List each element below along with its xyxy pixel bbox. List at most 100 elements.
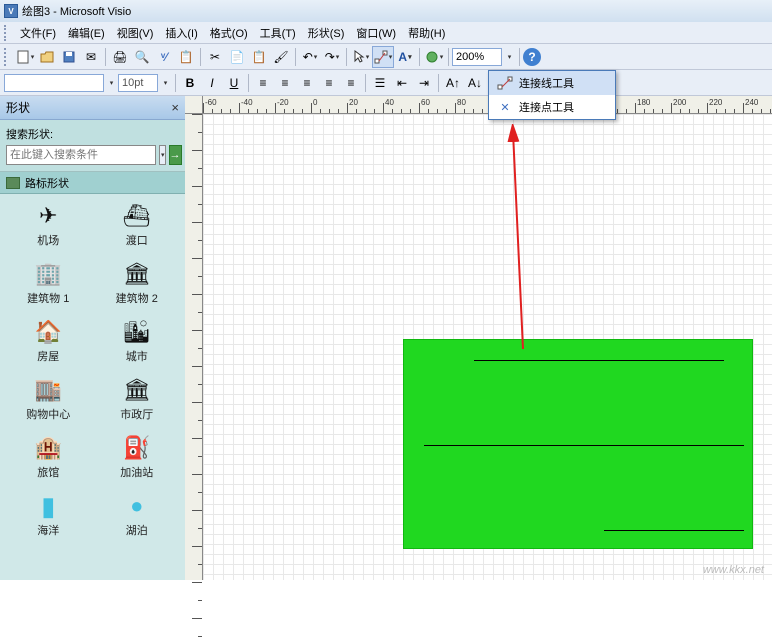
print-button[interactable]: 🖨 — [109, 46, 131, 68]
font-size-input[interactable] — [118, 74, 158, 92]
shape-item[interactable]: 🏛市政厅 — [102, 376, 172, 422]
indent-dec-button[interactable]: ⇤ — [391, 72, 413, 94]
separator — [365, 74, 366, 92]
shape-label: 城市 — [102, 348, 172, 364]
font-family-input[interactable] — [4, 74, 104, 92]
shapes-grid: ✈机场 ⛴渡口 🏢建筑物 1 🏛建筑物 2 🏠房屋 🏙城市 🏬购物中心 🏛市政厅 🏨旅馆 ⛽加油站… — [0, 194, 185, 580]
window-title: 绘图3 - Microsoft Visio — [22, 3, 131, 19]
search-dropdown[interactable]: ▾ — [159, 145, 166, 165]
connection-point-icon: ✕ — [495, 99, 515, 115]
shape-item[interactable]: 🏬购物中心 — [13, 376, 83, 422]
underline-button[interactable]: U — [223, 72, 245, 94]
indent-inc-button[interactable]: ⇥ — [413, 72, 435, 94]
shape-item[interactable]: 🏛建筑物 2 — [102, 260, 172, 306]
shape-label: 市政厅 — [102, 406, 172, 422]
email-button[interactable]: ✉ — [80, 46, 102, 68]
shape-label: 建筑物 1 — [13, 290, 83, 306]
save-button[interactable] — [58, 46, 80, 68]
format-toolbar: ▾ ▾ B I U ≡ ≡ ≡ ≡ ≡ ☰ ⇤ ⇥ A↑ A↓ — [0, 70, 772, 96]
shape-item[interactable]: 🏠房屋 — [13, 318, 83, 364]
separator — [175, 74, 176, 92]
font-dropdown[interactable]: ▾ — [104, 72, 118, 94]
separator — [295, 48, 296, 66]
dropdown-item-label: 连接线工具 — [519, 75, 574, 91]
fontsize-dropdown[interactable]: ▾ — [158, 72, 172, 94]
undo-button[interactable]: ↶▾ — [299, 46, 321, 68]
separator — [346, 48, 347, 66]
spellcheck-button[interactable]: ᵛ⁄ — [153, 46, 175, 68]
close-panel-button[interactable]: × — [171, 100, 179, 115]
redo-button[interactable]: ↷▾ — [321, 46, 343, 68]
red-arrow-annotation — [503, 124, 533, 354]
copy-button[interactable]: 📄 — [226, 46, 248, 68]
menu-help[interactable]: 帮助(H) — [402, 23, 451, 43]
titlebar: V 绘图3 - Microsoft Visio — [0, 0, 772, 22]
shape-search-input[interactable] — [6, 145, 156, 165]
main-area: 形状 × 搜索形状: ▾ → 路标形状 ✈机场⛴渡口🏢建筑物 1🏛建筑物 2🏠房… — [0, 96, 772, 580]
shape-glyph-icon: 🏠 — [13, 318, 83, 346]
watermark: www.kkx.net — [703, 564, 764, 576]
zoom-dropdown[interactable]: ▾ — [502, 46, 516, 68]
align-center-button[interactable]: ≡ — [274, 72, 296, 94]
align-justify-button[interactable]: ≡ — [318, 72, 340, 94]
shapes-button[interactable]: ▾ — [423, 46, 445, 68]
separator — [448, 48, 449, 66]
shape-item[interactable]: ⛴渡口 — [102, 202, 172, 248]
shape-item[interactable]: ✈机场 — [13, 202, 83, 248]
research-button[interactable]: 📋 — [175, 46, 197, 68]
search-go-button[interactable]: → — [169, 145, 182, 165]
shape-line — [474, 360, 724, 361]
menu-edit[interactable]: 编辑(E) — [62, 23, 111, 43]
menu-shape[interactable]: 形状(S) — [302, 23, 351, 43]
green-rectangle-shape[interactable] — [403, 339, 753, 549]
print-preview-button[interactable]: 🔍 — [131, 46, 153, 68]
connector-line-tool-item[interactable]: 连接线工具 — [489, 71, 615, 95]
bold-button[interactable]: B — [179, 72, 201, 94]
stencil-title: 路标形状 — [25, 175, 69, 191]
shapes-panel-header: 形状 × — [0, 96, 185, 120]
shape-item[interactable]: 🏙城市 — [102, 318, 172, 364]
separator — [200, 48, 201, 66]
shape-item[interactable]: 🏨旅馆 — [13, 434, 83, 480]
shape-item[interactable]: ⛽加油站 — [102, 434, 172, 480]
shape-glyph-icon: 🏨 — [13, 434, 83, 462]
shapes-panel-title: 形状 — [6, 99, 30, 116]
paste-button[interactable]: 📋 — [248, 46, 270, 68]
new-button[interactable]: ▾ — [14, 46, 36, 68]
font-dec-button[interactable]: A↓ — [464, 72, 486, 94]
zoom-input[interactable] — [452, 48, 502, 66]
connector-tool-button[interactable]: ▾ — [372, 46, 394, 68]
shape-glyph-icon: ● — [102, 492, 172, 520]
distribute-button[interactable]: ≡ — [340, 72, 362, 94]
stencil-icon — [6, 177, 20, 189]
help-button[interactable]: ? — [523, 48, 541, 66]
font-inc-button[interactable]: A↑ — [442, 72, 464, 94]
toolbar-grip[interactable] — [4, 48, 10, 66]
shape-label: 购物中心 — [13, 406, 83, 422]
shape-item[interactable]: ▮海洋 — [13, 492, 83, 538]
align-left-button[interactable]: ≡ — [252, 72, 274, 94]
text-tool-button[interactable]: A▾ — [394, 46, 416, 68]
vertical-ruler — [185, 114, 203, 580]
pointer-tool-button[interactable]: ▾ — [350, 46, 372, 68]
connection-point-tool-item[interactable]: ✕ 连接点工具 — [489, 95, 615, 119]
menu-file[interactable]: 文件(F) — [14, 23, 62, 43]
open-button[interactable] — [36, 46, 58, 68]
menu-tools[interactable]: 工具(T) — [254, 23, 302, 43]
menu-window[interactable]: 窗口(W) — [350, 23, 402, 43]
format-painter-button[interactable]: 🖌 — [270, 46, 292, 68]
menubar-grip[interactable] — [4, 25, 10, 41]
bullets-button[interactable]: ☰ — [369, 72, 391, 94]
align-right-button[interactable]: ≡ — [296, 72, 318, 94]
shape-item[interactable]: 🏢建筑物 1 — [13, 260, 83, 306]
italic-button[interactable]: I — [201, 72, 223, 94]
dropdown-item-label: 连接点工具 — [519, 99, 574, 115]
separator — [248, 74, 249, 92]
cut-button[interactable]: ✂ — [204, 46, 226, 68]
menu-insert[interactable]: 插入(I) — [159, 23, 203, 43]
menu-format[interactable]: 格式(O) — [204, 23, 254, 43]
shape-item[interactable]: ●湖泊 — [102, 492, 172, 538]
drawing-canvas[interactable]: www.kkx.net — [203, 114, 772, 580]
menu-view[interactable]: 视图(V) — [111, 23, 160, 43]
stencil-header[interactable]: 路标形状 — [0, 172, 185, 194]
